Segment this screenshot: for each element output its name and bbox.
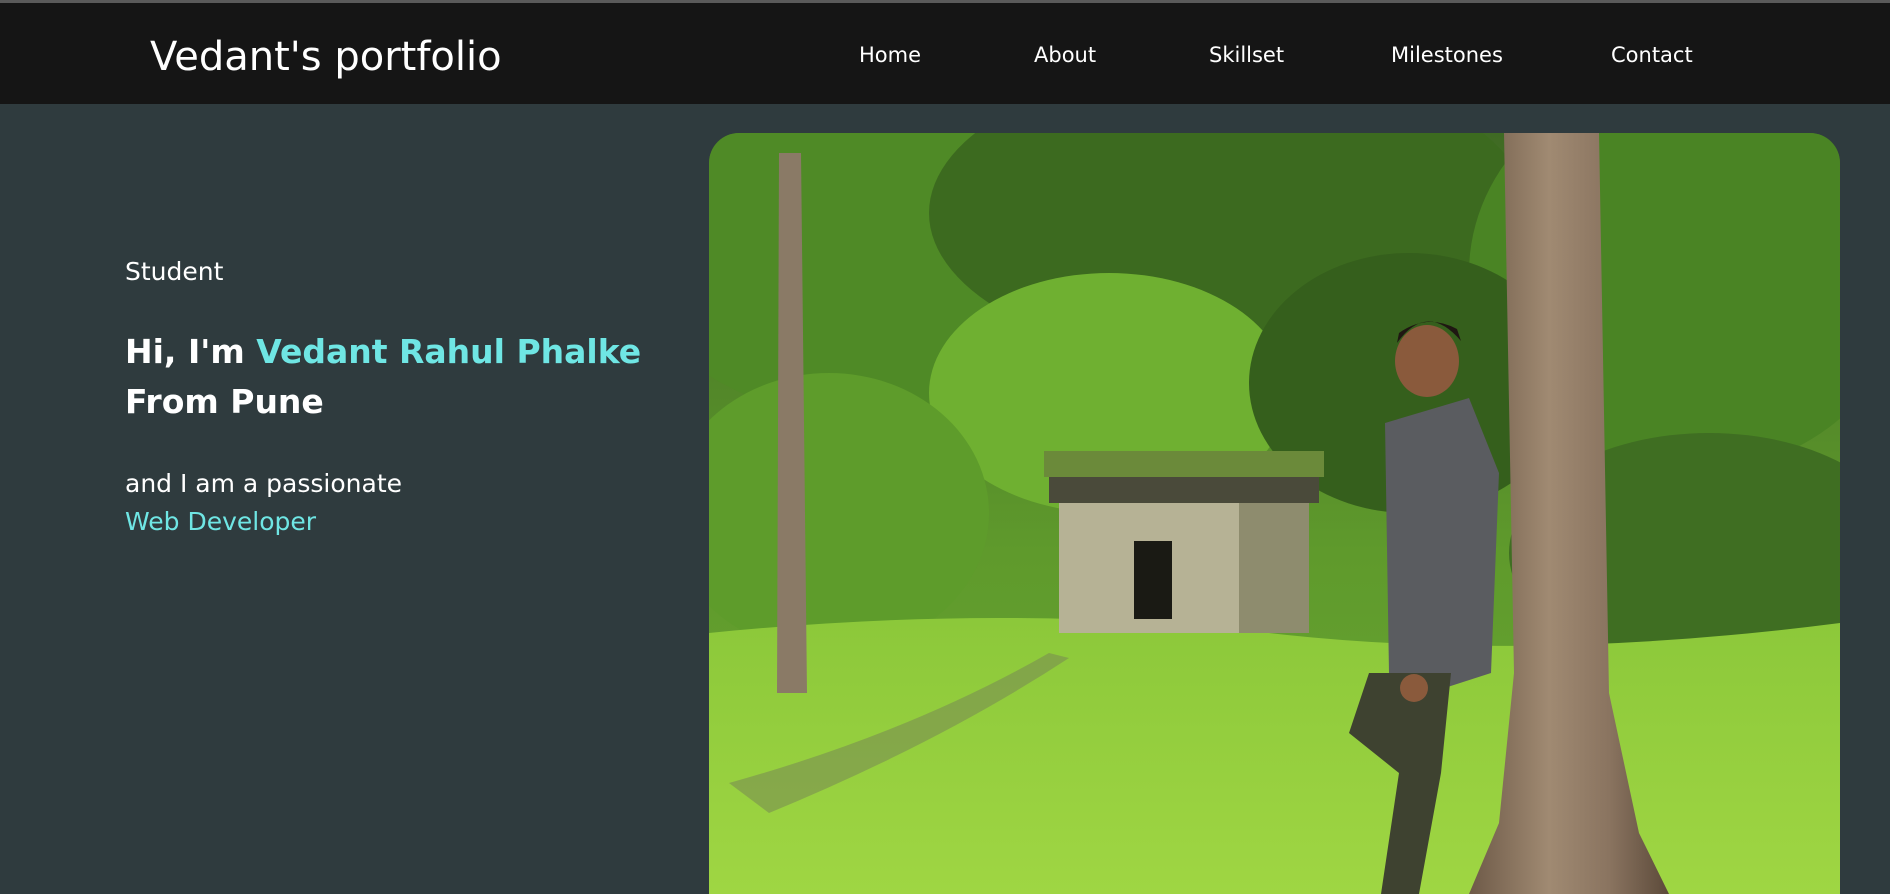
nav-about[interactable]: About	[1034, 41, 1096, 69]
brand-title[interactable]: Vedant's portfolio	[150, 31, 502, 83]
profile-photo	[709, 133, 1840, 894]
hero-greeting: Hi, I'm Vedant Rahul Phalke From Pune	[125, 327, 685, 427]
greeting-prefix: Hi, I'm	[125, 332, 257, 371]
hero-origin: From Pune	[125, 382, 324, 421]
nav-contact[interactable]: Contact	[1611, 41, 1693, 69]
nav-skillset[interactable]: Skillset	[1209, 41, 1284, 69]
tagline-prefix: and I am a passionate	[125, 469, 403, 498]
hero-profession: Web Developer	[125, 507, 317, 536]
nav-home[interactable]: Home	[859, 41, 921, 69]
role-label: Student	[125, 257, 224, 286]
hero-name: Vedant Rahul Phalke	[256, 332, 642, 371]
hero-tagline: and I am a passionate Web Developer	[125, 465, 685, 541]
hero-intro: Student Hi, I'm Vedant Rahul Phalke From…	[125, 255, 685, 541]
nav-milestones[interactable]: Milestones	[1391, 41, 1503, 69]
navbar: Vedant's portfolio Home About Skillset M…	[0, 3, 1890, 104]
